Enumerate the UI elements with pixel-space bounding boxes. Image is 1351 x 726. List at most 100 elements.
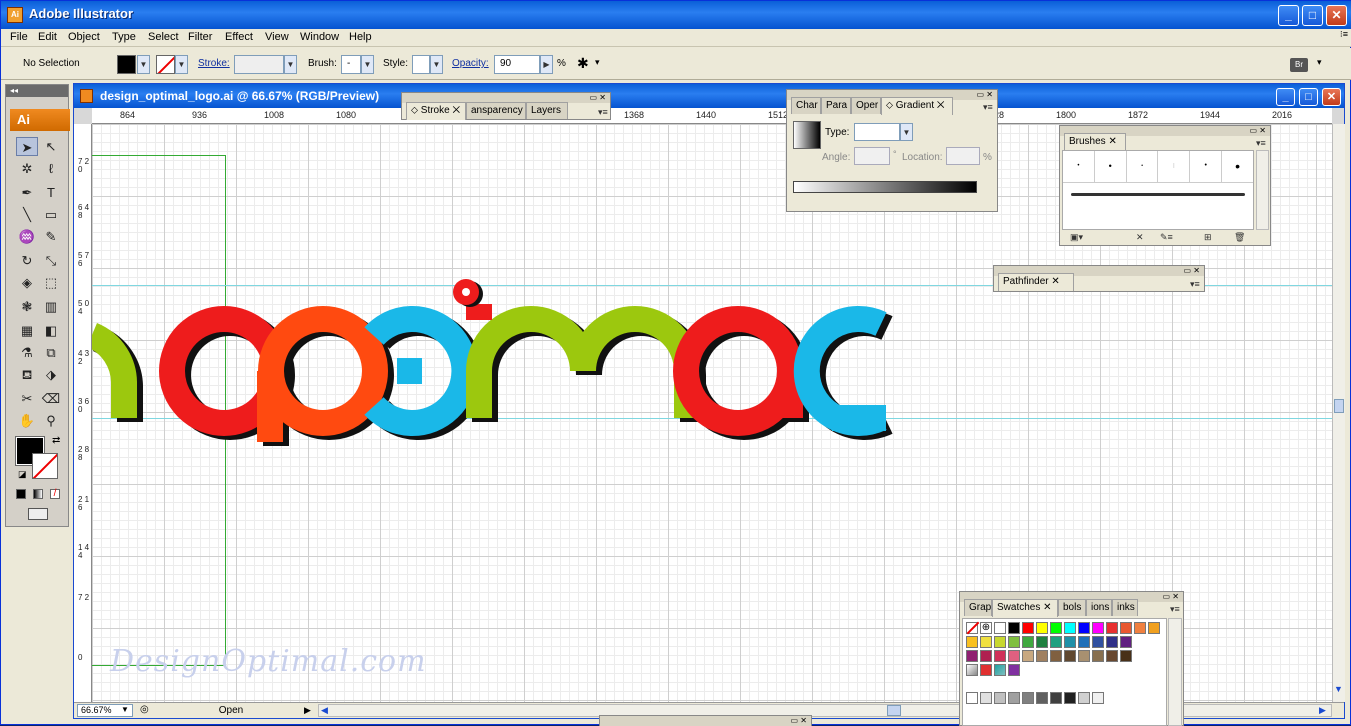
tab-links[interactable]: inks	[1112, 599, 1138, 616]
slice-tool-icon[interactable]: ✂	[16, 389, 38, 408]
rectangle-tool-icon[interactable]: ▭	[40, 205, 62, 224]
menu-file[interactable]: File	[10, 31, 28, 43]
vertical-scroll-thumb[interactable]	[1334, 399, 1344, 413]
tab-actions[interactable]: ions	[1086, 599, 1112, 616]
panel-menu-icon[interactable]: ▾≡	[1170, 604, 1180, 615]
swatches-scrollbar[interactable]	[1168, 618, 1182, 726]
scroll-right-arrow[interactable]: ▶	[1319, 705, 1326, 716]
horizontal-scroll-thumb[interactable]	[887, 705, 901, 716]
tab-swatches[interactable]: Swatches ✕	[992, 599, 1058, 617]
color-swatch[interactable]	[1050, 650, 1062, 662]
color-swatch[interactable]	[1050, 636, 1062, 648]
brush-item[interactable]: |	[1158, 151, 1191, 182]
registration-swatch[interactable]: ⊕	[980, 622, 992, 634]
symbol-sprayer-tool-icon[interactable]: ❃	[16, 297, 38, 316]
color-swatch[interactable]	[966, 650, 978, 662]
bridge-menu-arrow[interactable]: ▾	[1317, 57, 1322, 68]
app-title-bar[interactable]: Ai Adobe Illustrator _ □ ✕	[1, 1, 1351, 29]
color-swatch[interactable]	[994, 636, 1006, 648]
tab-symbols[interactable]: bols	[1058, 599, 1086, 616]
color-swatch[interactable]	[994, 692, 1006, 704]
stroke-label[interactable]: Stroke:	[198, 58, 230, 69]
color-swatch[interactable]	[1008, 692, 1020, 704]
color-swatch[interactable]	[1036, 650, 1048, 662]
stroke-dropdown-arrow[interactable]: ▼	[175, 55, 188, 74]
type-tool-icon[interactable]: T	[40, 183, 62, 202]
tab-pathfinder[interactable]: Pathfinder ✕	[998, 273, 1074, 291]
brush-libraries-icon[interactable]: ▣▾	[1070, 232, 1083, 243]
graph-tool-icon[interactable]: ▥	[40, 297, 62, 316]
color-swatch[interactable]	[980, 650, 992, 662]
brush-select[interactable]: -	[341, 55, 361, 74]
menu-edit[interactable]: Edit	[38, 31, 57, 43]
tab-gradient[interactable]: ⬦ Gradient ✕	[881, 97, 953, 115]
none-swatch[interactable]	[966, 621, 980, 635]
color-swatch[interactable]	[1022, 622, 1034, 634]
color-swatch[interactable]	[1106, 636, 1118, 648]
panel-menu-icon[interactable]: ▾≡	[1256, 138, 1266, 149]
color-swatch[interactable]	[1078, 636, 1090, 648]
pencil-tool-icon[interactable]: ✎	[40, 227, 62, 246]
stroke-color-box[interactable]	[32, 453, 58, 479]
pattern-swatch[interactable]	[980, 664, 992, 676]
color-swatch[interactable]	[994, 622, 1006, 634]
menu-view[interactable]: View	[265, 31, 289, 43]
tab-graphic-styles[interactable]: Grap	[964, 599, 992, 616]
scroll-left-arrow[interactable]: ◀	[321, 705, 328, 716]
brush-dropdown-arrow[interactable]: ▼	[361, 55, 374, 74]
pattern-swatch[interactable]	[1008, 664, 1020, 676]
panel-menu-icon[interactable]: ▾≡	[598, 107, 608, 118]
stroke-none-swatch[interactable]	[156, 55, 175, 74]
color-swatch[interactable]	[1064, 650, 1076, 662]
mesh-tool-icon[interactable]: ▦	[16, 321, 38, 340]
tools-panel-collapse-icon[interactable]: ◂◂	[6, 85, 68, 97]
status-menu-arrow[interactable]: ▶	[304, 705, 311, 716]
menu-select[interactable]: Select	[148, 31, 179, 43]
color-swatch[interactable]	[1092, 692, 1104, 704]
default-fill-stroke-icon[interactable]: ◪	[18, 469, 27, 480]
selection-tool-icon[interactable]: ➤	[16, 137, 38, 156]
version-cue-icon[interactable]: ◎	[140, 704, 149, 715]
warp-tool-icon[interactable]: ◈	[16, 273, 38, 292]
vertical-scrollbar[interactable]: ▼	[1332, 124, 1345, 702]
menu-options-icon[interactable]: ⁝≡	[1340, 29, 1348, 40]
opacity-arrow[interactable]: ▶	[540, 55, 553, 74]
brush-item[interactable]: •	[1095, 151, 1127, 182]
bridge-icon[interactable]: Br	[1290, 58, 1308, 72]
color-swatch[interactable]	[1078, 692, 1090, 704]
delete-brush-icon[interactable]: 🗑	[1234, 232, 1245, 243]
swap-fill-stroke-icon[interactable]: ⇄	[52, 435, 60, 446]
pattern-swatch[interactable]	[966, 664, 978, 676]
menu-effect[interactable]: Effect	[225, 31, 253, 43]
brush-item[interactable]: •	[1063, 151, 1095, 182]
magic-wand-tool-icon[interactable]: ✲	[16, 159, 38, 178]
tab-transparency[interactable]: ansparency	[466, 102, 526, 119]
color-swatch[interactable]	[1050, 622, 1062, 634]
zoom-tool-icon[interactable]: ⚲	[40, 411, 62, 430]
eraser-tool-icon[interactable]: ⌫	[40, 389, 62, 408]
color-swatch[interactable]	[1064, 622, 1076, 634]
tab-brushes[interactable]: Brushes ✕	[1064, 133, 1126, 151]
color-swatch[interactable]	[994, 650, 1006, 662]
color-swatch[interactable]	[1008, 622, 1020, 634]
gradient-type-select[interactable]	[854, 123, 900, 141]
color-swatch[interactable]	[1134, 622, 1146, 634]
menu-object[interactable]: Object	[68, 31, 100, 43]
color-swatch[interactable]	[980, 692, 992, 704]
gradient-type-arrow[interactable]: ▼	[900, 123, 913, 141]
scroll-down-arrow[interactable]: ▼	[1334, 684, 1343, 694]
color-swatch[interactable]	[1092, 636, 1104, 648]
color-swatch[interactable]	[1064, 636, 1076, 648]
live-paint-bucket-tool-icon[interactable]: ⛾	[16, 365, 38, 384]
minimize-button[interactable]: _	[1278, 5, 1299, 26]
brush-options-icon[interactable]: ✎≡	[1160, 232, 1173, 243]
brush-item[interactable]: •	[1222, 151, 1253, 182]
doc-maximize-button[interactable]: □	[1299, 88, 1318, 106]
gradient-mode-icon[interactable]	[33, 489, 43, 499]
gradient-preview-swatch[interactable]	[793, 121, 821, 149]
color-mode-icon[interactable]	[16, 489, 26, 499]
gradient-tool-icon[interactable]: ◧	[40, 321, 62, 340]
tab-layers[interactable]: Layers	[526, 102, 568, 119]
pen-tool-icon[interactable]: ✒	[16, 183, 38, 202]
scale-tool-icon[interactable]: ⤡	[40, 251, 62, 270]
